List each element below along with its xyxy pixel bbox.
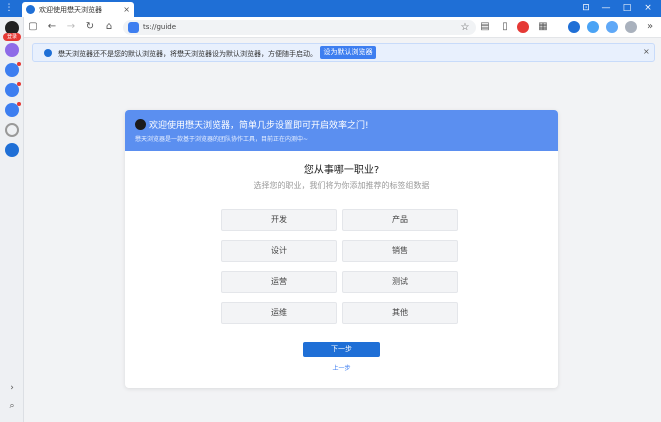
tab-welcome[interactable]: 欢迎使用懋天浏览器 ×: [22, 2, 134, 17]
extension-red-icon[interactable]: [517, 21, 529, 33]
browser-logo-icon: [26, 5, 35, 14]
shield-icon: [128, 22, 139, 33]
extension-gray-icon[interactable]: [625, 21, 637, 33]
extension-lightblue-icon[interactable]: [587, 21, 599, 33]
dialog-title: 欢迎使用懋天浏览器，简单几步设置即可开启效率之门!: [149, 121, 369, 131]
left-sidebar: 登录 › ⌕: [0, 17, 24, 422]
default-browser-notice: 懋天浏览器还不是您的默认浏览器，将懋天浏览器设为默认浏览器，方便随手启动。 设为…: [32, 43, 655, 62]
notification-dot: [17, 62, 21, 66]
dialog-header: 欢迎使用懋天浏览器，简单几步设置即可开启效率之门! 懋天浏览器是一款基于浏览器的…: [125, 110, 558, 151]
option-design[interactable]: 设计: [221, 240, 337, 262]
notification-dot: [17, 82, 21, 86]
star-icon[interactable]: ☆: [459, 22, 471, 34]
maximize-button[interactable]: □: [619, 2, 635, 15]
option-product[interactable]: 产品: [342, 209, 458, 231]
notification-dot: [17, 102, 21, 106]
apps-icon[interactable]: ▦: [537, 21, 549, 33]
guide-dialog: 欢迎使用懋天浏览器，简单几步设置即可开启效率之门! 懋天浏览器是一款基于浏览器的…: [125, 110, 558, 388]
option-other[interactable]: 其他: [342, 302, 458, 324]
search-icon[interactable]: ⌕: [5, 399, 19, 413]
sidebar-active-app-icon[interactable]: [5, 143, 19, 157]
browser-logo-icon: [135, 119, 146, 130]
option-testing[interactable]: 测试: [342, 271, 458, 293]
back-button[interactable]: ←: [46, 21, 58, 33]
toolbar: ▢ ← → ↻ ⌂ ts://guide ☆ ▤ ▯ ▦ »: [24, 17, 661, 38]
option-sales[interactable]: 销售: [342, 240, 458, 262]
question-heading: 您从事哪一职业?: [303, 165, 380, 176]
forward-button[interactable]: →: [65, 21, 77, 33]
next-step-button[interactable]: 下一步: [303, 342, 380, 357]
home-button[interactable]: ⌂: [103, 21, 115, 33]
info-icon: [44, 49, 52, 57]
extension-sky-icon[interactable]: [606, 21, 618, 33]
menu-icon[interactable]: ⋮: [4, 3, 14, 14]
address-bar[interactable]: ts://guide: [123, 20, 476, 35]
previous-step-link[interactable]: 上一步: [125, 363, 558, 372]
tab-title: 欢迎使用懋天浏览器: [39, 5, 102, 14]
pin-window-button[interactable]: ⊡: [578, 2, 594, 15]
option-devops[interactable]: 运维: [221, 302, 337, 324]
chevron-right-icon[interactable]: ›: [5, 381, 19, 395]
title-bar: ⋮ 欢迎使用懋天浏览器 × ⊡ — □ ×: [0, 0, 661, 17]
collections-icon[interactable]: ▤: [479, 21, 491, 33]
question-hint: 选择您的职业，我们将为你添加推荐的标签组数据: [253, 181, 430, 190]
extension-blue-icon[interactable]: [568, 21, 580, 33]
sidebar-sync-icon[interactable]: [5, 123, 19, 137]
option-operations[interactable]: 运营: [221, 271, 337, 293]
sidebar-app-icon[interactable]: [5, 43, 19, 57]
tab-close-icon[interactable]: ×: [123, 5, 130, 14]
overflow-icon[interactable]: »: [644, 21, 656, 33]
reload-button[interactable]: ↻: [84, 21, 96, 33]
close-window-button[interactable]: ×: [640, 2, 656, 15]
url-text[interactable]: ts://guide: [143, 23, 176, 31]
option-development[interactable]: 开发: [221, 209, 337, 231]
minimize-button[interactable]: —: [598, 2, 614, 15]
set-default-browser-button[interactable]: 设为默认浏览器: [320, 46, 376, 59]
sidebar-toggle-icon[interactable]: ▢: [27, 21, 39, 33]
notice-text: 懋天浏览器还不是您的默认浏览器，将懋天浏览器设为默认浏览器，方便随手启动。: [58, 50, 317, 58]
reading-icon[interactable]: ▯: [499, 21, 511, 33]
login-badge[interactable]: 登录: [3, 33, 21, 41]
close-icon[interactable]: ×: [643, 47, 650, 56]
dialog-subtitle: 懋天浏览器是一款基于浏览器的团队协作工具，目前正在内测中~: [135, 136, 309, 143]
